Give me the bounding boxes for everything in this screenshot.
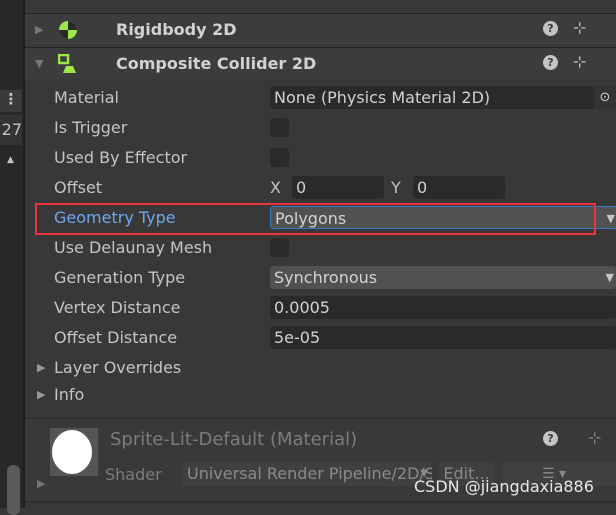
highlight-box — [35, 203, 596, 235]
info-label: Info — [54, 385, 85, 404]
offset-distance-row: Offset Distance 5e-05 — [25, 323, 616, 353]
expand-arrow-icon[interactable]: ▶ — [37, 477, 45, 490]
dropdown-arrow-icon: ▼ — [606, 212, 615, 225]
dropdown-arrow-icon: ▼ — [605, 271, 614, 284]
shader-dropdown[interactable]: Universal Render Pipeline/2D/S ▼ — [182, 462, 432, 486]
shader-value: Universal Render Pipeline/2D/S — [187, 464, 432, 483]
info-foldout[interactable]: ▶ Info — [25, 380, 616, 410]
layer-overrides-label: Layer Overrides — [54, 358, 182, 377]
material-value: None (Physics Material 2D) — [274, 88, 491, 107]
rigidbody-2d-header[interactable]: ▶ Rigidbody 2D ? ⊹ ⋮ — [25, 13, 616, 45]
is-trigger-row: Is Trigger — [25, 113, 616, 143]
rigidbody-icon — [59, 21, 77, 39]
used-by-effector-checkbox[interactable] — [270, 148, 289, 167]
offset-row: Offset X 0 Y 0 — [25, 173, 616, 203]
help-icon[interactable]: ? — [543, 21, 558, 36]
used-by-effector-label: Used By Effector — [54, 148, 188, 167]
is-trigger-checkbox[interactable] — [270, 118, 289, 137]
material-row: Material None (Physics Material 2D) ⊙ — [25, 83, 616, 113]
offset-y-label: Y — [391, 178, 401, 197]
preset-icon[interactable]: ⊹ — [573, 52, 586, 71]
material-field[interactable]: None (Physics Material 2D) ⊙ — [270, 86, 616, 109]
left-panel-strip: ⋮ 27 ▲ — [0, 0, 25, 515]
use-delaunay-mesh-checkbox[interactable] — [270, 238, 289, 257]
help-icon[interactable]: ? — [543, 431, 558, 446]
preset-icon[interactable]: ⊹ — [573, 18, 586, 37]
use-delaunay-mesh-label: Use Delaunay Mesh — [54, 238, 213, 257]
expand-arrow-icon: ▶ — [37, 361, 46, 374]
offset-distance-label: Offset Distance — [54, 328, 178, 347]
composite-collider-2d-header[interactable]: ▼ Composite Collider 2D ? ⊹ ⋮ — [25, 47, 616, 79]
watermark: CSDN @jiangdaxia886 — [414, 477, 594, 496]
offset-x-input[interactable]: 0 — [292, 176, 384, 199]
generation-type-dropdown[interactable]: Synchronous ▼ — [270, 266, 616, 289]
top-area — [25, 0, 616, 13]
use-delaunay-mesh-row: Use Delaunay Mesh — [25, 233, 616, 263]
offset-distance-input[interactable]: 5e-05 — [270, 326, 616, 349]
vertex-distance-label: Vertex Distance — [54, 298, 181, 317]
generation-type-label: Generation Type — [54, 268, 186, 287]
used-by-effector-row: Used By Effector — [25, 143, 616, 173]
collapse-arrow-icon[interactable]: ▼ — [35, 57, 43, 70]
material-label: Material — [54, 88, 119, 107]
vertex-distance-input[interactable]: 0.0005 — [270, 296, 616, 319]
generation-type-value: Synchronous — [274, 268, 378, 287]
vertex-distance-row: Vertex Distance 0.0005 — [25, 293, 616, 323]
component-title: Rigidbody 2D — [116, 20, 237, 39]
preset-icon[interactable]: ⊹ — [588, 428, 601, 447]
composite-collider-icon — [58, 54, 76, 73]
offset-label: Offset — [54, 178, 103, 197]
material-preview — [50, 428, 98, 476]
generation-type-row: Generation Type Synchronous ▼ — [25, 263, 616, 293]
offset-y-input[interactable]: 0 — [413, 176, 505, 199]
expand-arrow-icon: ▶ — [37, 388, 46, 401]
expand-arrow-icon[interactable]: ▶ — [35, 23, 43, 36]
layer-overrides-foldout[interactable]: ▶ Layer Overrides — [25, 353, 616, 383]
is-trigger-label: Is Trigger — [54, 118, 128, 137]
help-icon[interactable]: ? — [543, 55, 558, 70]
menu-button[interactable]: ⋮ — [0, 90, 22, 112]
material-name: Sprite-Lit-Default (Material) — [110, 429, 358, 450]
offset-x-label: X — [270, 178, 281, 197]
component-title: Composite Collider 2D — [116, 54, 317, 73]
shader-label: Shader — [105, 465, 162, 484]
number-field: 27 — [0, 115, 22, 145]
object-picker-icon[interactable]: ⊙ — [594, 86, 616, 109]
scroll-up-arrow[interactable]: ▲ — [7, 155, 14, 165]
